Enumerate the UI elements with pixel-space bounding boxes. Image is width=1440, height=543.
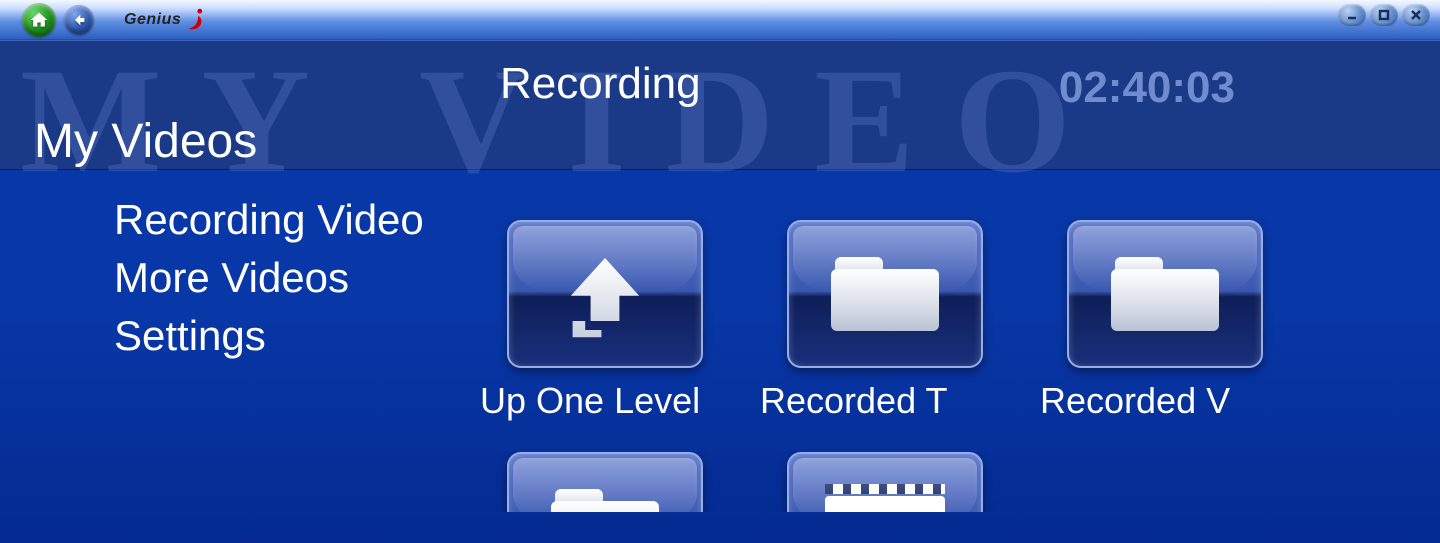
home-button[interactable] <box>22 3 56 37</box>
folder-icon <box>831 257 939 331</box>
menu-item-recording-videos[interactable]: Recording Videos <box>114 196 424 244</box>
back-button[interactable] <box>64 5 94 35</box>
arrow-up-icon <box>560 249 650 339</box>
menu-item-more-videos[interactable]: More Videos <box>114 254 424 302</box>
tile-film[interactable] <box>760 452 1010 512</box>
page-title: Recording <box>500 59 701 109</box>
tile-label: Recorded V <box>1040 380 1290 422</box>
close-button[interactable] <box>1402 4 1430 26</box>
tile-label: Recorded T <box>760 380 1010 422</box>
tile-icon-bg <box>787 452 983 512</box>
minimize-icon <box>1346 9 1358 21</box>
tile-icon-bg <box>507 220 703 368</box>
side-menu: Recording Videos More Videos Settings <box>114 196 424 360</box>
tile-folder-2[interactable] <box>480 452 730 512</box>
title-bar-left: Genius <box>22 3 205 37</box>
tile-recorded-t[interactable]: Recorded T <box>760 220 1010 422</box>
tile-up-one-level[interactable]: Up One Level <box>480 220 730 422</box>
tile-recorded-v[interactable]: Recorded V <box>1040 220 1290 422</box>
tile-label: Up One Level <box>480 380 730 422</box>
menu-item-settings[interactable]: Settings <box>114 312 424 360</box>
brand-text: Genius <box>124 11 181 29</box>
close-icon <box>1410 9 1422 21</box>
maximize-button[interactable] <box>1370 4 1398 26</box>
brand-swoosh-icon <box>185 8 205 32</box>
tile-icon-bg <box>1067 220 1263 368</box>
tile-icon-bg <box>787 220 983 368</box>
window-controls <box>1338 4 1430 26</box>
minimize-button[interactable] <box>1338 4 1366 26</box>
back-arrow-icon <box>71 12 87 28</box>
maximize-icon <box>1378 9 1390 21</box>
title-bar: Genius <box>0 0 1440 40</box>
film-icon <box>825 496 945 512</box>
tile-icon-bg <box>507 452 703 512</box>
header-band: Recording 02:40:03 My Videos <box>0 40 1440 170</box>
brand-logo: Genius <box>124 8 205 32</box>
clock: 02:40:03 <box>1059 63 1235 113</box>
folder-icon <box>551 489 659 512</box>
section-title: My Videos <box>34 114 257 169</box>
home-icon <box>29 10 49 30</box>
folder-icon <box>1111 257 1219 331</box>
tile-grid: Up One Level Recorded T Recorded V <box>480 220 1290 512</box>
